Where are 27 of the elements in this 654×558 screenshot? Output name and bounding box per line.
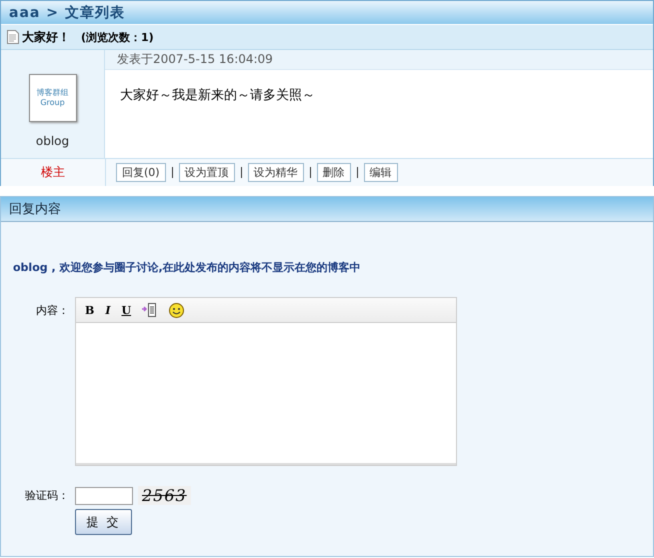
document-icon (7, 30, 19, 44)
underline-button[interactable]: U (121, 304, 132, 316)
editor[interactable]: B I U (75, 297, 457, 466)
section-title: 回复内容 (9, 201, 61, 218)
action-button[interactable]: 删除 (316, 163, 351, 182)
captcha-code: 2563 (138, 486, 191, 505)
smiley-icon[interactable] (169, 302, 184, 318)
notice-text: oblog , 欢迎您参与圈子讨论,在此处发布的内容将不显示在您的博客中 (13, 260, 362, 275)
post-date: 发表于2007-5-15 16:04:09 (105, 50, 653, 70)
author-name: oblog (36, 134, 70, 148)
field-label: 内容： (35, 303, 70, 319)
italic-button[interactable]: I (105, 304, 110, 316)
action-button[interactable]: 回复(0) (116, 163, 166, 182)
submit-button[interactable]: 提 交 (75, 509, 132, 535)
field-label: 验证码： (24, 488, 70, 503)
action-button[interactable]: 设为置顶 (178, 163, 235, 182)
insert-document-icon[interactable] (142, 303, 158, 317)
post-text: 大家好～我是新来的～请多关照～ (119, 87, 316, 104)
view-count: (浏览次数：1) (81, 30, 154, 44)
post-title: 大家好！ (22, 28, 70, 46)
action-button[interactable]: 设为精华 (248, 163, 304, 182)
captcha-input[interactable] (75, 486, 133, 504)
action-button[interactable]: 编辑 (364, 163, 398, 182)
bold-button[interactable]: B (85, 304, 94, 316)
avatar-logo: 博客群组 Group (28, 74, 76, 122)
breadcrumb: aaa > 文章列表 (9, 4, 125, 22)
author-role: 楼主 (1, 159, 106, 186)
